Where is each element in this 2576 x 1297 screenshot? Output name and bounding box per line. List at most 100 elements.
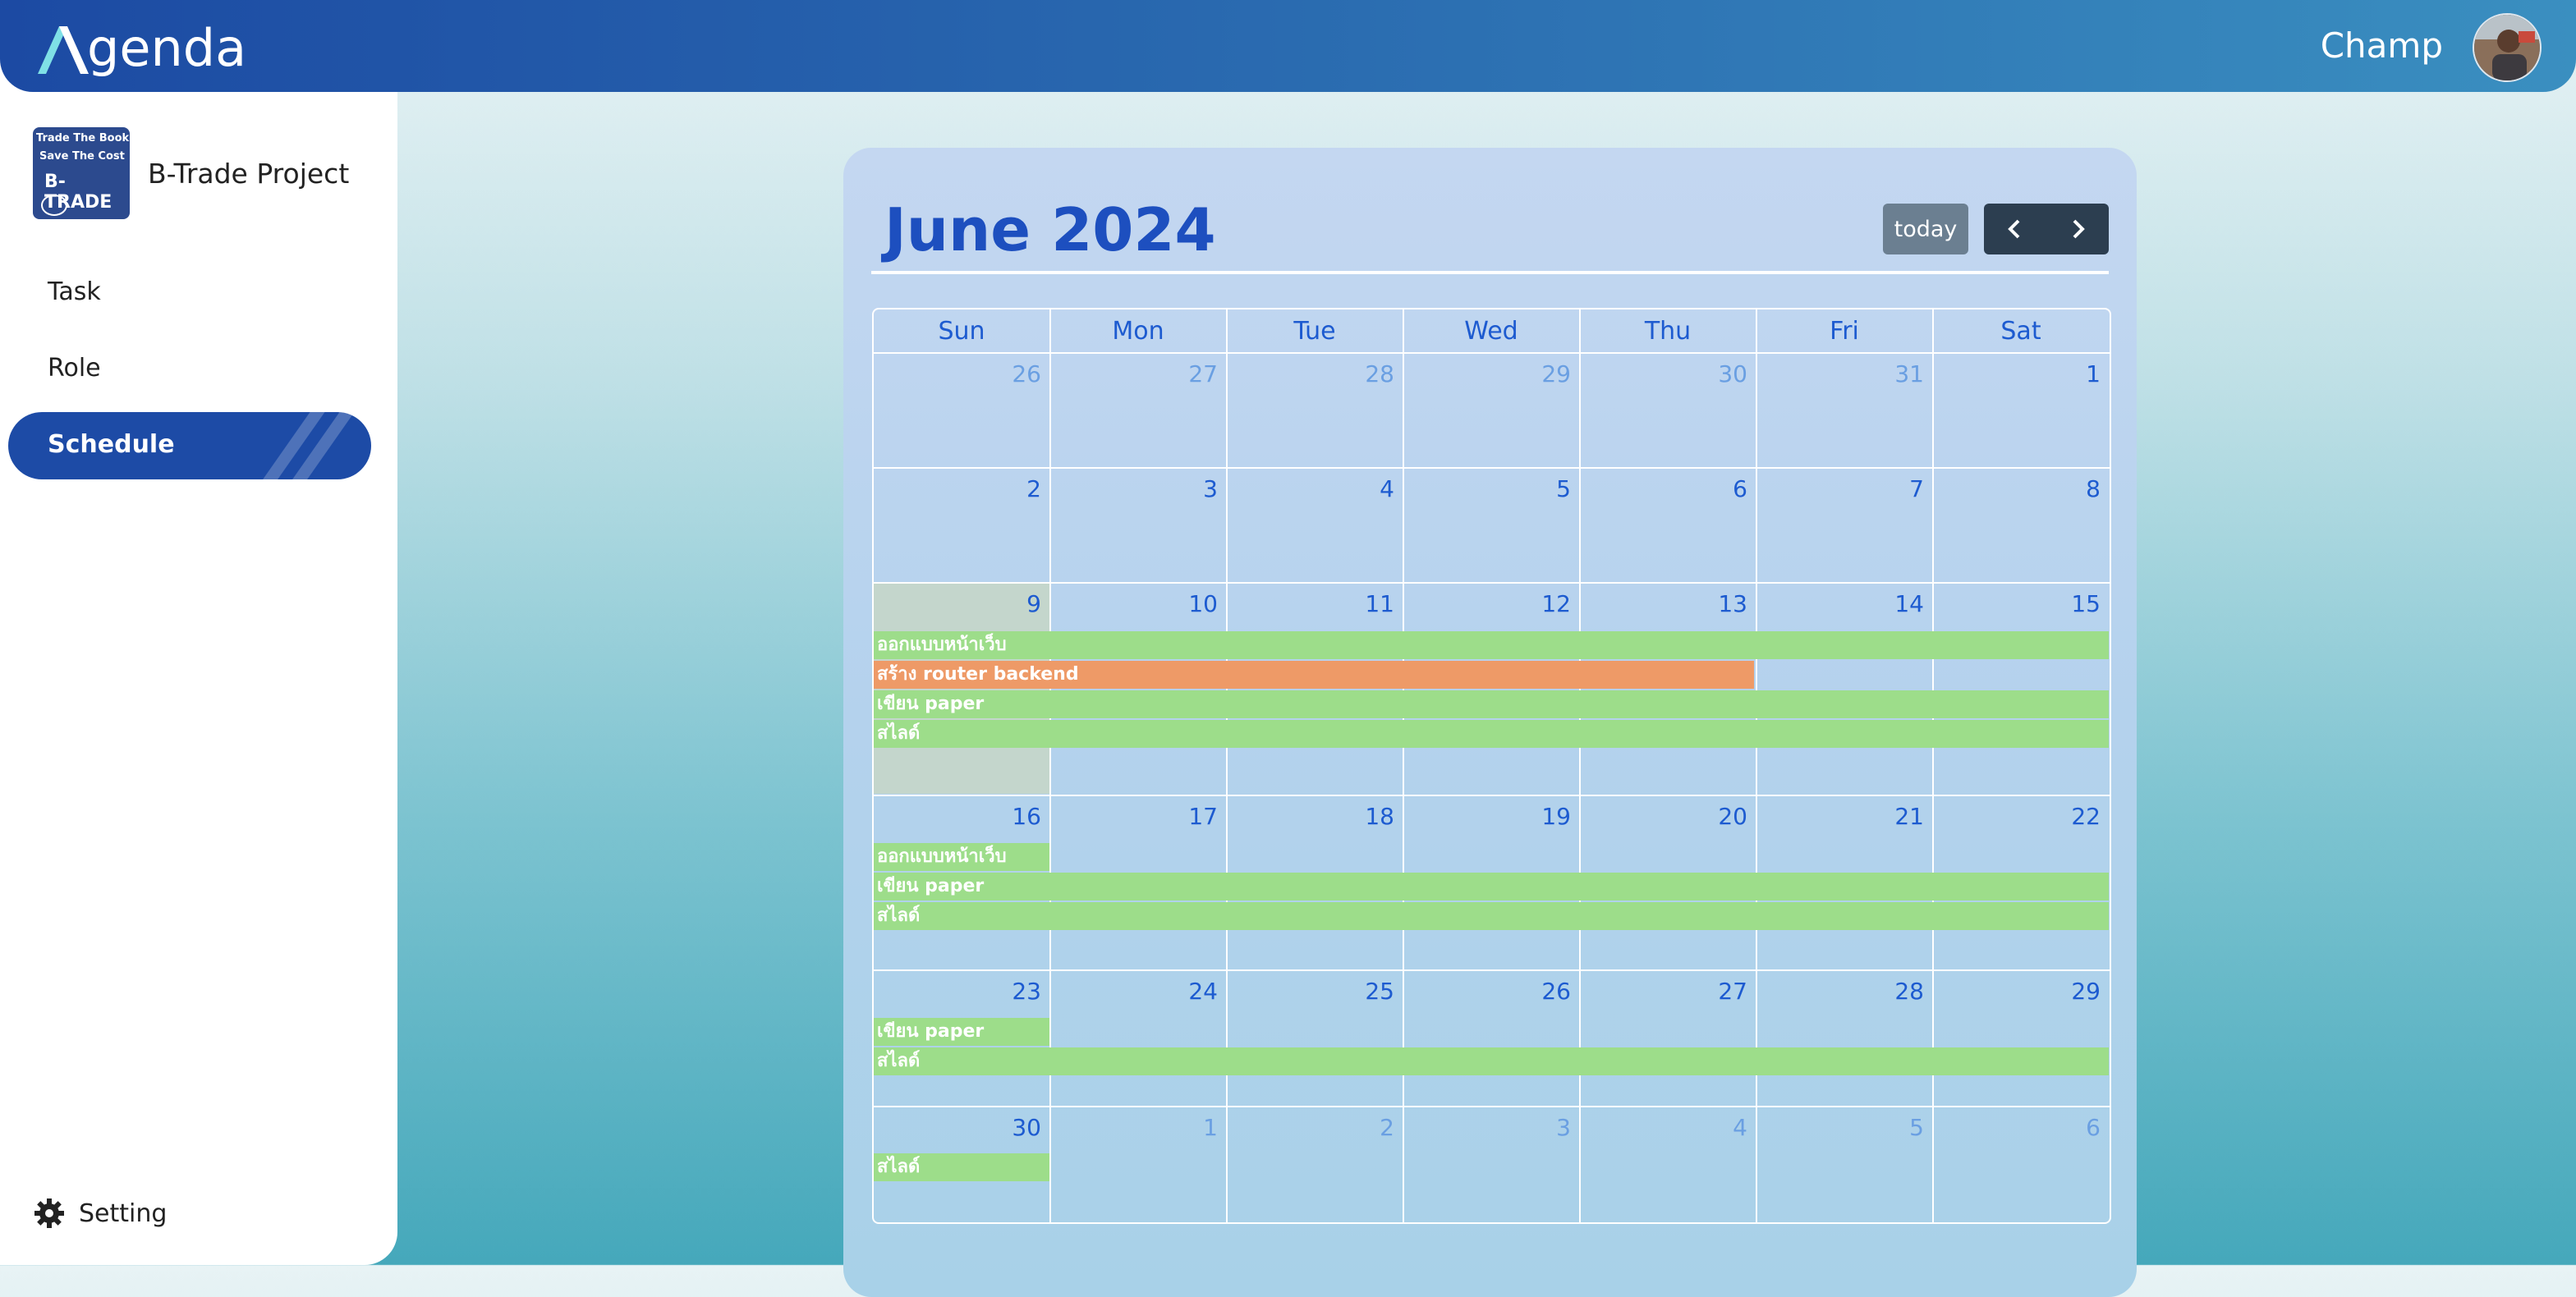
event-write-paper[interactable]: เขียน paper — [874, 1018, 1049, 1046]
grid-hline — [874, 969, 2110, 971]
day-number[interactable]: 26 — [1522, 978, 1571, 1005]
day-number[interactable]: 28 — [1875, 978, 1924, 1005]
day-number[interactable]: 1 — [2051, 360, 2101, 387]
event-router-backend[interactable]: สร้าง router backend — [874, 661, 1754, 689]
grid-vline — [1756, 309, 1757, 1222]
event-slides[interactable]: สไลด์ — [874, 902, 2109, 930]
day-number[interactable]: 2 — [992, 475, 1041, 502]
project-header[interactable]: Trade The Book Save The Cost B-TRADE B-T… — [33, 127, 349, 219]
day-number[interactable]: 29 — [2051, 978, 2101, 1005]
avatar-image — [2474, 15, 2540, 80]
chevron-right-icon — [2073, 219, 2085, 239]
logo-mark-icon — [38, 26, 89, 74]
day-number[interactable]: 16 — [992, 803, 1041, 830]
day-number[interactable]: 18 — [1345, 803, 1394, 830]
event-write-paper[interactable]: เขียน paper — [874, 690, 2109, 718]
day-number[interactable]: 3 — [1522, 1114, 1571, 1141]
day-number[interactable]: 5 — [1875, 1114, 1924, 1141]
day-number[interactable]: 4 — [1698, 1114, 1747, 1141]
grid-hline — [874, 352, 2110, 354]
prev-month-button[interactable] — [1984, 204, 2046, 254]
day-number[interactable]: 26 — [992, 360, 1041, 387]
weekday-header: Sat — [2000, 316, 2041, 346]
grid-vline — [1579, 309, 1581, 1222]
avatar[interactable] — [2473, 13, 2542, 82]
day-number[interactable]: 31 — [1875, 360, 1924, 387]
day-number[interactable]: 23 — [992, 978, 1041, 1005]
day-number[interactable]: 30 — [1698, 360, 1747, 387]
next-month-button[interactable] — [2046, 204, 2109, 254]
event-design-web[interactable]: ออกแบบหน้าเว็บ — [874, 631, 2109, 659]
day-number[interactable]: 20 — [1698, 803, 1747, 830]
day-number[interactable]: 2 — [1345, 1114, 1394, 1141]
day-number[interactable]: 11 — [1345, 590, 1394, 617]
setting-label: Setting — [79, 1198, 168, 1228]
weekday-header: Wed — [1464, 316, 1518, 346]
grid-hline — [874, 1106, 2110, 1107]
month-nav — [1984, 204, 2109, 254]
grid-vline — [1049, 309, 1051, 1222]
today-button[interactable]: today — [1883, 204, 1968, 254]
top-bar: genda Champ — [0, 0, 2576, 92]
logo-text: genda — [87, 18, 247, 78]
day-number[interactable]: 28 — [1345, 360, 1394, 387]
grid-hline — [874, 582, 2110, 584]
weekday-header: Thu — [1644, 316, 1692, 346]
day-number[interactable]: 17 — [1169, 803, 1218, 830]
day-number[interactable]: 10 — [1169, 590, 1218, 617]
project-logo-line-2: Save The Cost — [39, 150, 125, 163]
weekday-header: Fri — [1830, 316, 1859, 346]
day-number[interactable]: 14 — [1875, 590, 1924, 617]
day-number[interactable]: 21 — [1875, 803, 1924, 830]
day-number[interactable]: 30 — [992, 1114, 1041, 1141]
event-write-paper[interactable]: เขียน paper — [874, 873, 2109, 901]
weekday-header: Tue — [1293, 316, 1336, 346]
day-number[interactable]: 12 — [1522, 590, 1571, 617]
user-name[interactable]: Champ — [2321, 23, 2443, 69]
day-number[interactable]: 6 — [2051, 1114, 2101, 1141]
sidebar-item-label: Schedule — [48, 430, 175, 459]
title-divider — [871, 271, 2109, 274]
grid-hline — [874, 467, 2110, 469]
event-slides[interactable]: สไลด์ — [874, 1153, 1049, 1181]
sidebar: Trade The Book Save The Cost B-TRADE B-T… — [0, 0, 397, 1265]
setting-link[interactable]: Setting — [33, 1197, 167, 1230]
day-number[interactable]: 22 — [2051, 803, 2101, 830]
day-number[interactable]: 4 — [1345, 475, 1394, 502]
grid-vline — [1226, 309, 1228, 1222]
day-number[interactable]: 5 — [1522, 475, 1571, 502]
sidebar-item-role[interactable]: Role — [48, 354, 101, 383]
day-number[interactable]: 13 — [1698, 590, 1747, 617]
gear-icon — [34, 1198, 64, 1228]
app-logo[interactable]: genda — [34, 11, 246, 77]
event-design-web[interactable]: ออกแบบหน้าเว็บ — [874, 843, 1049, 871]
project-name: B-Trade Project — [148, 157, 350, 190]
chevron-left-icon — [2008, 219, 2020, 239]
day-number[interactable]: 8 — [2051, 475, 2101, 502]
sidebar-item-task[interactable]: Task — [48, 277, 101, 306]
calendar-panel: June 2024 today Sun Mon Tue Wed Thu Fri … — [843, 148, 2137, 1297]
calendar-title: June 2024 — [884, 195, 1216, 264]
day-number[interactable]: 27 — [1169, 360, 1218, 387]
project-logo-artwork — [41, 195, 67, 216]
month-grid: Sun Mon Tue Wed Thu Fri Sat 26 27 28 29 30 31… — [872, 308, 2111, 1224]
day-number[interactable]: 27 — [1698, 978, 1747, 1005]
project-logo: Trade The Book Save The Cost B-TRADE — [33, 127, 130, 219]
day-number[interactable]: 3 — [1169, 475, 1218, 502]
weekday-header: Sun — [938, 316, 985, 346]
day-number[interactable]: 24 — [1169, 978, 1218, 1005]
event-slides[interactable]: สไลด์ — [874, 720, 2109, 748]
day-number[interactable]: 6 — [1698, 475, 1747, 502]
event-slides[interactable]: สไลด์ — [874, 1047, 2109, 1075]
day-number[interactable]: 29 — [1522, 360, 1571, 387]
grid-hline — [874, 795, 2110, 796]
sidebar-item-schedule[interactable]: Schedule — [8, 412, 371, 479]
day-number[interactable]: 15 — [2051, 590, 2101, 617]
day-number[interactable]: 9 — [992, 590, 1041, 617]
day-number[interactable]: 7 — [1875, 475, 1924, 502]
day-number[interactable]: 1 — [1169, 1114, 1218, 1141]
grid-vline — [1403, 309, 1404, 1222]
project-logo-line-1: Trade The Book — [36, 132, 130, 144]
day-number[interactable]: 25 — [1345, 978, 1394, 1005]
day-number[interactable]: 19 — [1522, 803, 1571, 830]
